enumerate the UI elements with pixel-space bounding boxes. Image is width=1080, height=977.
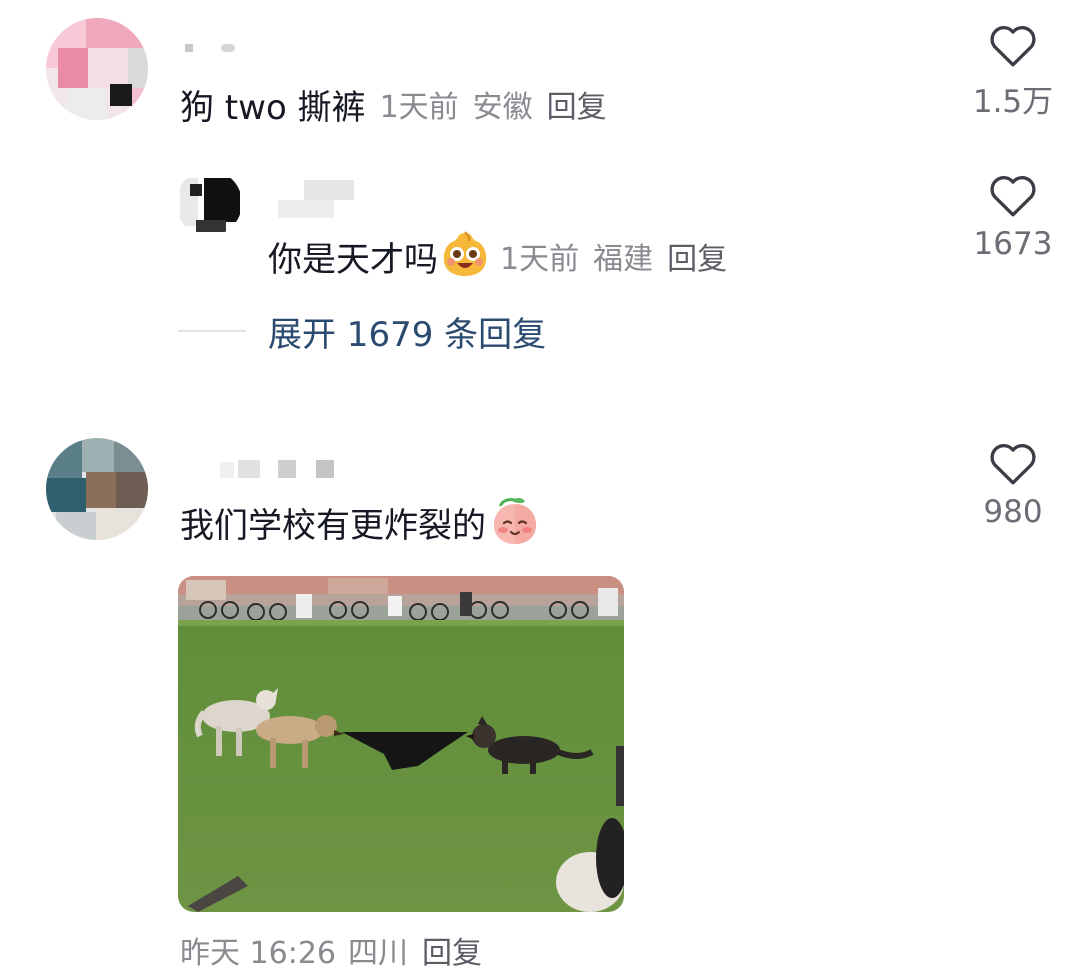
avatar[interactable] [46,438,148,540]
reply-button[interactable]: 回复 [547,82,607,126]
username-blurred[interactable] [185,42,255,54]
expand-replies[interactable]: 展开 1679 条回复 [178,306,546,356]
dogs-tug-of-war-photo[interactable] [178,576,624,912]
comment-meta: 昨天 16:26 四川 回复 [180,928,482,972]
heart-outline-icon[interactable] [958,440,1068,486]
reply-time: 1天前 [500,242,580,277]
reply-line: 你是天才吗 1天前 福建 回复 [268,228,727,284]
comment-time: 昨天 16:26 [180,936,336,971]
like-count: 1673 [973,226,1053,262]
comment-item: 我们学校有更炸裂的 980 昨天 16:26 四川 回复 [0,430,1080,972]
like-count: 1.5万 [972,84,1054,120]
like-button[interactable]: 1673 [958,172,1068,262]
comment-line: 我们学校有更炸裂的 [180,494,540,550]
reply-text: 你是天才吗 [268,239,438,280]
like-count: 980 [983,494,1043,530]
comment-location: 安徽 [472,90,533,125]
comment-text: 狗 two 撕裤 [180,87,366,128]
reply-button[interactable]: 回复 [667,234,727,278]
heart-outline-icon[interactable] [958,172,1068,218]
avatar[interactable] [46,18,148,120]
comment-location: 四川 [348,936,408,971]
reply-button[interactable]: 回复 [422,928,482,972]
reply-location: 福建 [593,242,654,277]
excited-face-emoji [440,229,490,283]
divider-line [178,330,246,332]
comment-time: 1天前 [379,90,459,125]
shy-peach-emoji [490,494,540,550]
expand-replies-label[interactable]: 展开 1679 条回复 [268,307,546,356]
username-blurred[interactable] [278,180,358,220]
comment-item: 狗 two 撕裤 1天前 安徽 回复 1.5万 [0,0,1080,140]
reply-item: 你是天才吗 1天前 福建 回复 1673 [0,160,1080,290]
like-button[interactable]: 1.5万 [958,22,1068,121]
comment-text: 我们学校有更炸裂的 [180,505,486,546]
like-button[interactable]: 980 [958,440,1068,530]
username-blurred[interactable] [220,460,340,480]
avatar[interactable] [176,170,242,236]
heart-outline-icon[interactable] [958,22,1068,68]
comment-line: 狗 two 撕裤 1天前 安徽 回复 [180,80,607,128]
